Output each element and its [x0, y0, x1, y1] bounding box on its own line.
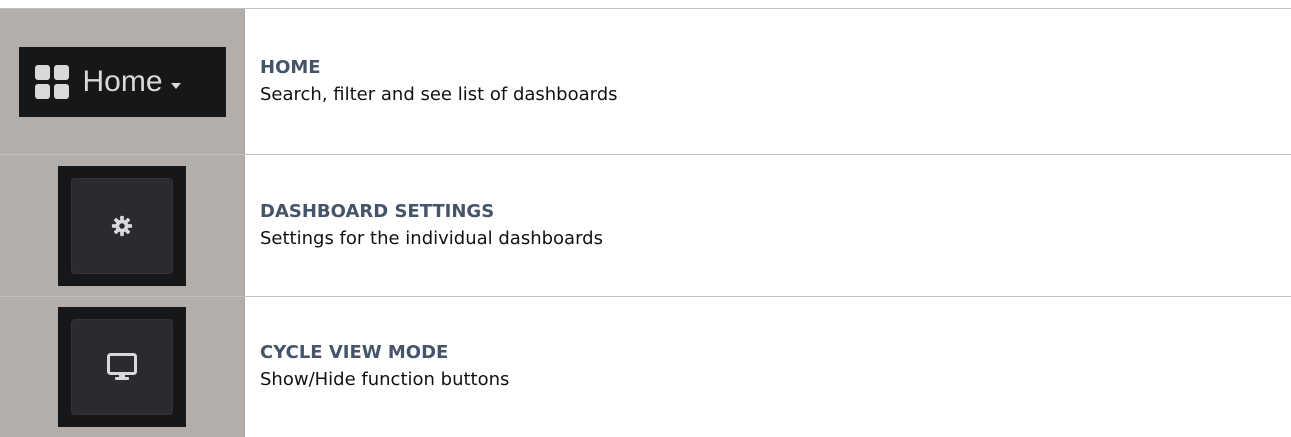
- text-cell: DASHBOARD SETTINGS Settings for the indi…: [245, 155, 1291, 296]
- text-cell: CYCLE VIEW MODE Show/Hide function butto…: [245, 297, 1291, 437]
- row-description: Search, filter and see list of dashboard…: [260, 83, 618, 105]
- row-description: Show/Hide function buttons: [260, 369, 510, 390]
- dashboard-grid-icon: [34, 64, 69, 99]
- home-button[interactable]: Home: [18, 46, 226, 117]
- monitor-icon: [107, 353, 137, 380]
- dashboard-settings-button[interactable]: [71, 177, 173, 274]
- table-row-dashboard-settings: DASHBOARD SETTINGS Settings for the indi…: [0, 155, 1291, 297]
- icon-cell: Home: [0, 9, 245, 154]
- caret-down-icon: [170, 82, 181, 89]
- row-description: Settings for the individual dashboards: [260, 227, 603, 249]
- icon-cell: [0, 155, 245, 296]
- home-button-label: Home: [82, 64, 163, 98]
- gear-icon: [111, 215, 133, 236]
- table-row-cycle-view-mode: CYCLE VIEW MODE Show/Hide function butto…: [0, 297, 1291, 437]
- button-frame: [58, 165, 186, 286]
- row-title: CYCLE VIEW MODE: [260, 342, 449, 363]
- table-row-home: Home HOME Search, filter and see list of…: [0, 9, 1291, 155]
- button-frame: [58, 307, 186, 427]
- text-cell: HOME Search, filter and see list of dash…: [245, 9, 1291, 154]
- feature-table: Home HOME Search, filter and see list of…: [0, 8, 1291, 437]
- row-title: HOME: [260, 56, 321, 78]
- cycle-view-mode-button[interactable]: [71, 319, 173, 415]
- icon-cell: [0, 297, 245, 437]
- row-title: DASHBOARD SETTINGS: [260, 200, 495, 222]
